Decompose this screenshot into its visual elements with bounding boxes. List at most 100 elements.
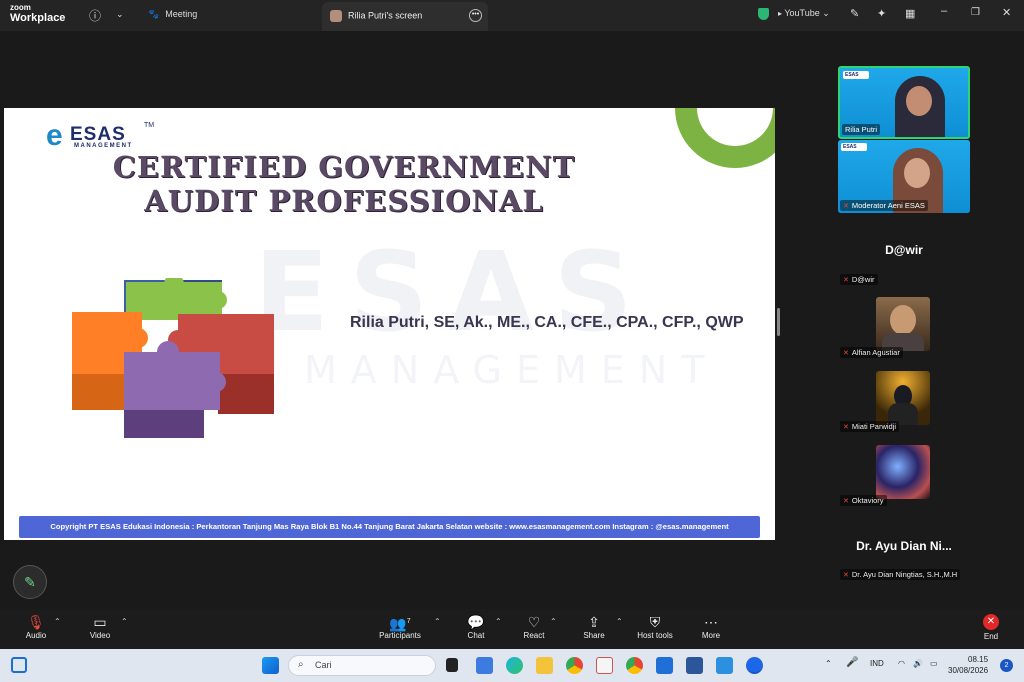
participants-icon: 👥7: [389, 615, 411, 632]
os-taskbar: ⌕ Cari ⌃ 🎤 IND ◠ 🔊 ▭ 08.15 30/08/2026 2: [0, 649, 1024, 682]
screen-tab-label: Rilia Putri's screen: [348, 10, 423, 21]
presenter-name: Rilia Putri, SE, Ak., ME., CA., CFE., CP…: [350, 314, 744, 331]
more-options-icon[interactable]: •••: [469, 9, 482, 22]
participant-label-oktaviory: ✕ Oktaviory: [840, 495, 887, 506]
minimize-icon[interactable]: –: [941, 5, 947, 17]
youtube-icon: ▸: [778, 9, 783, 18]
task-view-icon[interactable]: [446, 658, 458, 672]
more-icon: ⋯: [704, 614, 718, 630]
slide-footer: Copyright PT ESAS Edukasi Indonesia : Pe…: [19, 516, 760, 538]
search-icon: ⌕: [298, 659, 304, 670]
volume-icon[interactable]: 🔊: [913, 659, 923, 668]
close-icon[interactable]: ✕: [1002, 6, 1011, 19]
share-label: Share: [583, 631, 605, 640]
youtube-label: YouTube: [784, 8, 820, 18]
puzzle-illustration: [72, 278, 274, 438]
zoom-app-icon[interactable]: [746, 657, 763, 674]
media-player-icon[interactable]: [656, 657, 673, 674]
tile-name: Rilia Putri: [842, 124, 881, 135]
share-options-caret[interactable]: ⌃: [616, 617, 623, 626]
annotate-pencil-button[interactable]: ✎: [13, 565, 47, 599]
participant-name-ayu: Dr. Ayu Dian Ni...: [856, 539, 952, 553]
logo-tm: TM: [144, 122, 155, 129]
microphone-icon[interactable]: 🎤: [846, 657, 858, 668]
more-label: More: [701, 631, 721, 640]
participants-options-caret[interactable]: ⌃: [434, 617, 441, 626]
info-icon[interactable]: ⓘ: [89, 7, 101, 24]
chat-options-caret[interactable]: ⌃: [495, 617, 502, 626]
video-button[interactable]: ▭ Video: [86, 613, 114, 640]
video-tile-moderator[interactable]: ESAS ✕ Moderator Aeni ESAS: [838, 140, 970, 213]
react-button[interactable]: ♡ React: [520, 613, 548, 640]
pencil-icon: ✎: [24, 574, 36, 590]
store-icon[interactable]: [476, 657, 493, 674]
muted-mic-icon: ✕: [843, 572, 849, 579]
edge-icon[interactable]: [506, 657, 523, 674]
end-button[interactable]: ✕ End: [978, 613, 1004, 641]
show-hidden-icons-icon[interactable]: ⌃: [825, 659, 832, 668]
wifi-icon[interactable]: ◠: [898, 659, 905, 668]
tab-shared-screen[interactable]: Rilia Putri's screen •••: [322, 2, 488, 31]
sparkle-icon[interactable]: ✦: [877, 7, 886, 20]
muted-mic-icon: ✕: [843, 424, 849, 431]
start-icon[interactable]: [262, 657, 279, 674]
slide-title: CERTIFIED GOVERNMENT AUDIT PROFESSIONAL: [104, 150, 584, 218]
video-options-caret[interactable]: ⌃: [121, 617, 128, 626]
clock[interactable]: 08.15 30/08/2026: [948, 654, 988, 676]
zoom-workplace-logo: zoom Workplace: [10, 4, 65, 24]
slide-watermark: ESAS: [254, 228, 653, 356]
participant-label-alfian: ✕ Alfian Agustiar: [840, 347, 903, 358]
decorative-green-arc: [650, 108, 775, 193]
photos-icon[interactable]: [716, 657, 733, 674]
audio-button[interactable]: 🎙 Audio: [22, 613, 50, 640]
participant-label-miati: ✕ Miati Parwidji: [840, 421, 900, 432]
react-options-caret[interactable]: ⌃: [550, 617, 557, 626]
tile-logo: ESAS: [843, 71, 869, 79]
participant-label-dawir: ✕ D@wir: [840, 274, 878, 285]
youtube-stream-menu[interactable]: ▸ YouTube ⌄: [778, 8, 830, 19]
chevron-down-icon[interactable]: ⌄: [116, 9, 124, 20]
audio-options-caret[interactable]: ⌃: [54, 617, 61, 626]
end-label: End: [983, 632, 999, 641]
file-explorer-icon[interactable]: [536, 657, 553, 674]
notification-badge[interactable]: 2: [1000, 659, 1013, 672]
avatar-alfian[interactable]: [876, 297, 930, 351]
host-tools-button[interactable]: ⛨ Host tools: [634, 613, 676, 640]
language-indicator[interactable]: IND: [870, 659, 884, 668]
widgets-icon[interactable]: [11, 657, 27, 673]
meeting-toolbar: 🎙 Audio ⌃ ▭ Video ⌃ 👥7 Participants ⌃ 💬 …: [0, 609, 1024, 649]
video-label: Video: [89, 631, 111, 640]
muted-mic-icon: ✕: [843, 498, 849, 505]
tab-meeting[interactable]: 🐾 Meeting: [148, 9, 197, 20]
layout-icon[interactable]: ▦: [905, 7, 915, 20]
brand-small: zoom: [10, 3, 31, 12]
share-button[interactable]: ⇪ Share: [580, 613, 608, 640]
slide-watermark-sub: MANAGEMENT: [304, 348, 719, 392]
chrome-icon[interactable]: [566, 657, 583, 674]
audio-label: Audio: [25, 631, 47, 640]
logo-sub: MANAGEMENT: [74, 143, 133, 149]
host-tools-label: Host tools: [637, 631, 673, 640]
word-icon[interactable]: [686, 657, 703, 674]
react-label: React: [523, 631, 545, 640]
taskbar-search-input[interactable]: ⌕ Cari: [288, 655, 436, 676]
avatar-oktaviory[interactable]: [876, 445, 930, 499]
heart-icon: ♡: [527, 614, 541, 630]
more-button[interactable]: ⋯ More: [698, 613, 724, 640]
muted-mic-icon: 🎙: [27, 614, 45, 630]
chrome-profile-icon[interactable]: [626, 657, 643, 674]
annotate-icon[interactable]: ✎: [850, 7, 859, 20]
security-shield-icon[interactable]: [758, 8, 769, 20]
participants-button[interactable]: 👥7 Participants: [376, 613, 424, 640]
muted-mic-icon: ✕: [843, 350, 849, 357]
avatar-miati[interactable]: [876, 371, 930, 425]
panel-resize-handle[interactable]: [777, 308, 780, 336]
muted-mic-icon: ✕: [843, 203, 849, 210]
battery-icon[interactable]: ▭: [930, 659, 938, 668]
participant-label-ayu: ✕ Dr. Ayu Dian Ningtias, S.H.,M.H: [840, 569, 961, 580]
title-line-2: AUDIT PROFESSIONAL: [144, 184, 544, 218]
snipping-tool-icon[interactable]: [596, 657, 613, 674]
video-tile-rilia-putri[interactable]: ESAS Rilia Putri: [838, 66, 970, 139]
chat-button[interactable]: 💬 Chat: [463, 613, 489, 640]
restore-icon[interactable]: ❐: [971, 7, 980, 18]
